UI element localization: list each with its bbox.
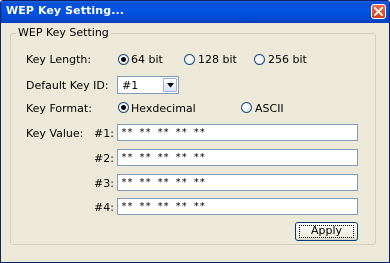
radio-ascii-label[interactable]: ASCII bbox=[255, 102, 284, 115]
key-1-input[interactable]: ** ** ** ** ** bbox=[117, 124, 358, 141]
title-bar[interactable]: WEP Key Setting... bbox=[1, 1, 389, 23]
window-title: WEP Key Setting... bbox=[6, 4, 125, 17]
wep-key-setting-dialog: WEP Key Setting... WEP Key Setting Key L… bbox=[0, 0, 390, 263]
close-button[interactable] bbox=[371, 4, 386, 19]
key-format-label: Key Format: bbox=[26, 102, 92, 115]
chevron-down-icon bbox=[167, 83, 174, 88]
key-length-label: Key Length: bbox=[26, 53, 92, 66]
radio-64-bit[interactable] bbox=[118, 54, 129, 65]
apply-button-label: Apply bbox=[310, 224, 343, 237]
radio-256-bit[interactable] bbox=[254, 54, 265, 65]
radio-hexdecimal-label[interactable]: Hexdecimal bbox=[131, 102, 196, 115]
close-x-icon bbox=[374, 7, 383, 16]
radio-ascii[interactable] bbox=[241, 102, 252, 113]
radio-64-bit-label[interactable]: 64 bit bbox=[131, 53, 163, 66]
key-3-input[interactable]: ** ** ** ** ** bbox=[117, 174, 358, 191]
key-4-input[interactable]: ** ** ** ** ** bbox=[117, 198, 358, 215]
apply-button[interactable]: Apply bbox=[295, 222, 358, 241]
dropdown-button[interactable] bbox=[163, 78, 177, 92]
key-4-label: #4: bbox=[94, 201, 114, 214]
radio-hexdecimal[interactable] bbox=[118, 102, 129, 113]
key-3-label: #3: bbox=[94, 177, 114, 190]
radio-256-bit-label[interactable]: 256 bit bbox=[268, 53, 307, 66]
key-value-label: Key Value: bbox=[26, 127, 84, 140]
group-legend: WEP Key Setting bbox=[16, 26, 111, 39]
radio-128-bit[interactable] bbox=[184, 54, 195, 65]
default-key-id-label: Default Key ID: bbox=[26, 79, 109, 92]
radio-128-bit-label[interactable]: 128 bit bbox=[198, 53, 237, 66]
key-2-input[interactable]: ** ** ** ** ** bbox=[117, 149, 358, 166]
default-key-id-select[interactable]: #1 bbox=[117, 76, 179, 94]
key-1-label: #1: bbox=[94, 127, 114, 140]
default-key-id-value: #1 bbox=[122, 79, 139, 92]
key-2-label: #2: bbox=[94, 152, 114, 165]
